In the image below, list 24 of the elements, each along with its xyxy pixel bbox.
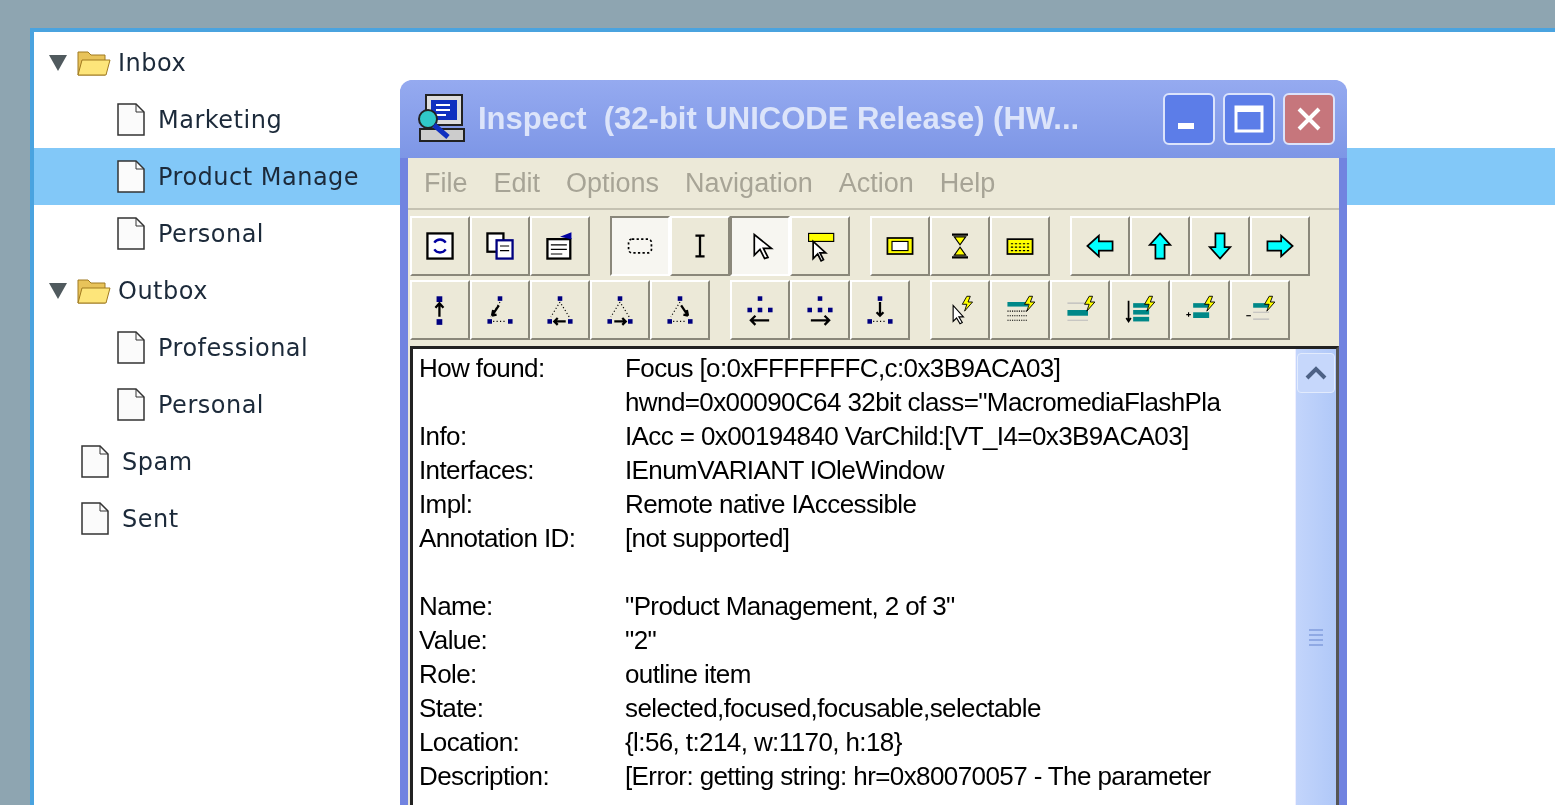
property-label: Role: bbox=[419, 658, 478, 691]
property-label: Name: bbox=[419, 590, 494, 623]
property-label: Description: bbox=[419, 760, 551, 793]
property-value: [not supported] bbox=[625, 522, 791, 555]
property-label: State: bbox=[419, 692, 485, 725]
property-value: Remote native IAccessible bbox=[625, 488, 918, 521]
property-value: Focus [o:0xFFFFFFFC,c:0x3B9ACA03] bbox=[625, 352, 1062, 385]
property-value: hwnd=0x00090C64 32bit class="MacromediaFlashPla bbox=[625, 386, 1222, 419]
property-label: Value: bbox=[419, 624, 489, 657]
property-value: "Product Management, 2 of 3" bbox=[625, 590, 956, 623]
window-title: Inspect (32-bit UNICODE Release) (HW... bbox=[478, 101, 1081, 137]
property-value: outline item bbox=[625, 658, 752, 691]
property-value: IAcc = 0x00194840 VarChild:[VT_I4=0x3B9ACA03] bbox=[625, 420, 1190, 453]
property-value: IEnumVARIANT IOleWindow bbox=[625, 454, 946, 487]
property-label: Interfaces: bbox=[419, 454, 535, 487]
property-label: How found: bbox=[419, 352, 546, 385]
property-value: selected,focused,focusable,selectable bbox=[625, 692, 1042, 725]
property-value: {l:56, t:214, w:1170, h:18} bbox=[625, 726, 903, 759]
property-label: Info: bbox=[419, 420, 468, 453]
property-value: [Error: getting string: hr=0x80070057 - The parameter bbox=[625, 760, 1212, 793]
property-label: Annotation ID: bbox=[419, 522, 577, 555]
property-label: Impl: bbox=[419, 488, 474, 521]
property-value: "2" bbox=[625, 624, 658, 657]
property-label: Location: bbox=[419, 726, 521, 759]
